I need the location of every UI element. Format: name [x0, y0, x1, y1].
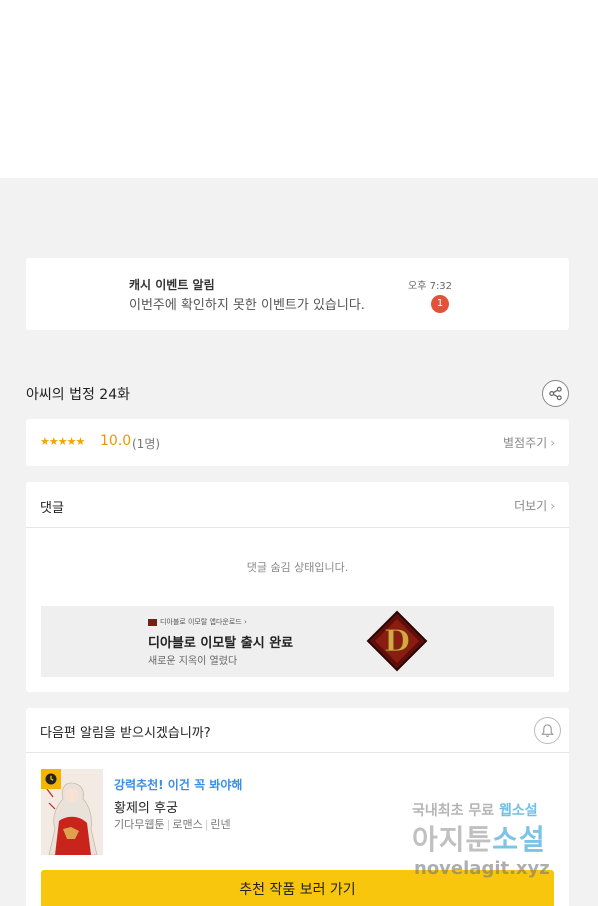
clock-icon — [45, 773, 57, 785]
wait-free-badge — [41, 769, 61, 789]
rating-count: (1명) — [132, 437, 161, 451]
recommended-work-thumbnail[interactable] — [41, 769, 103, 855]
share-button[interactable] — [542, 380, 569, 407]
ad-small-text: 디아블로 이모탈 앱다운로드 › — [148, 617, 247, 627]
rate-button-label: 별점주기 — [503, 436, 548, 450]
notification-badge: 1 — [431, 295, 449, 313]
comments-more-button[interactable]: 더보기 › — [514, 497, 555, 514]
alert-toggle-button[interactable] — [534, 717, 561, 744]
chevron-right-icon: › — [550, 499, 555, 513]
comments-hidden-message: 댓글 숨김 상태입니다. — [246, 561, 349, 574]
bell-icon — [541, 724, 554, 737]
notification-time: 오후 7:32 — [408, 281, 453, 292]
ad-banner[interactable]: 디아블로 이모탈 앱다운로드 › 디아블로 이모탈 출시 완료 새로운 지옥이 … — [41, 606, 554, 677]
ad-title: 디아블로 이모탈 출시 완료 — [148, 636, 294, 651]
rating-score: 10.0 — [100, 433, 132, 449]
divider — [26, 527, 569, 528]
diablo-logo-icon: D — [366, 610, 428, 672]
recommend-label: 강력추천! 이건 꼭 봐야해 — [114, 778, 243, 792]
chevron-right-icon: › — [550, 436, 555, 450]
comments-card: 댓글 더보기 › 댓글 숨김 상태입니다. 디아블로 이모탈 앱다운로드 › 디아… — [26, 482, 569, 692]
share-icon — [549, 386, 562, 401]
comments-more-label: 더보기 — [514, 499, 548, 513]
notification-title: 캐시 이벤트 알림 — [129, 278, 215, 292]
recommended-work-meta: 기다무웹툰 | 로맨스 | 린넨 — [114, 818, 231, 831]
svg-text:D: D — [384, 624, 410, 659]
next-episode-card: 다음편 알림을 받으시겠습니까? 강력추천! 이건 꼭 봐야해 황제의 후궁 기… — [26, 708, 569, 906]
top-blank-area — [0, 0, 598, 178]
notification-message: 이번주에 확인하지 못한 이벤트가 있습니다. — [129, 298, 365, 313]
game-icon — [148, 618, 157, 626]
comments-title: 댓글 — [40, 501, 64, 516]
recommended-work-title[interactable]: 황제의 후궁 — [114, 797, 178, 816]
rating-stars: ★★★★★ — [40, 435, 85, 448]
see-recommended-button[interactable]: 추천 작품 보러 가기 — [41, 870, 554, 906]
divider — [26, 752, 569, 753]
episode-title: 아씨의 법정 24화 — [26, 387, 130, 403]
rating-card: ★★★★★ 10.0 (1명) 별점주기 › — [26, 419, 569, 466]
ad-subtitle: 새로운 지옥이 열렸다 — [148, 656, 238, 667]
cash-event-notification[interactable]: 캐시 이벤트 알림 이번주에 확인하지 못한 이벤트가 있습니다. 오후 7:3… — [26, 258, 569, 330]
next-episode-question: 다음편 알림을 받으시겠습니까? — [40, 726, 211, 741]
rate-button[interactable]: 별점주기 › — [503, 434, 555, 451]
